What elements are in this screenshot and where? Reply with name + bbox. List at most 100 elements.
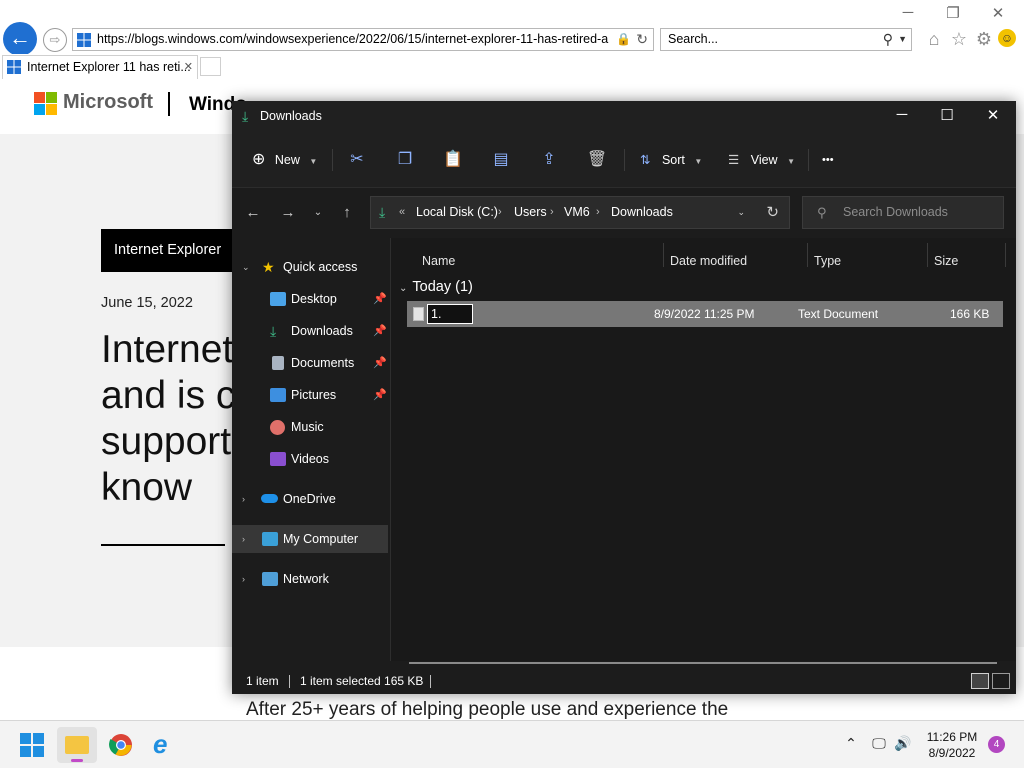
feedback-smiley-icon[interactable]: ☺	[998, 29, 1016, 47]
system-clock[interactable]: 11:26 PM 8/9/2022	[910, 729, 994, 761]
taskbar-file-explorer[interactable]	[57, 727, 97, 763]
address-bar[interactable]: https://blogs.windows.com/windowsexperie…	[72, 28, 654, 51]
breadcrumb-separator-icon[interactable]: ›	[550, 197, 554, 228]
ie-close-button[interactable]: ✕	[986, 4, 1010, 22]
new-tab-button[interactable]	[200, 57, 221, 76]
overflow-chevrons-icon[interactable]: «	[399, 197, 405, 228]
column-divider[interactable]	[807, 243, 808, 267]
maximize-button[interactable]: ☐	[934, 106, 960, 124]
tab-internet-explorer-retired[interactable]: Internet Explorer 11 has reti... ✕	[2, 55, 198, 79]
column-header-size[interactable]: Size	[934, 247, 958, 275]
explorer-search-input[interactable]: ⚲ Search Downloads	[802, 196, 1004, 229]
notification-badge[interactable]: 4	[988, 736, 1005, 753]
group-header-today[interactable]: ⌄ Today (1)	[399, 279, 473, 295]
nav-label: Desktop	[291, 292, 337, 306]
nav-item-pictures[interactable]: Pictures 📌	[232, 381, 388, 409]
refresh-icon[interactable]: ↻	[636, 29, 648, 50]
nav-item-videos[interactable]: Videos	[232, 445, 388, 473]
column-header-date-modified[interactable]: Date modified	[670, 247, 747, 275]
ie-toolbar: ─ ❐ ✕ ← ⇨ https://blogs.windows.com/wind…	[0, 0, 1024, 56]
cut-icon[interactable]: ✂	[346, 149, 368, 171]
chevron-down-icon[interactable]: ⌄	[242, 253, 250, 281]
new-button[interactable]: ⊕ New ▼	[252, 149, 317, 171]
pin-icon[interactable]: 📌	[373, 381, 387, 409]
recent-locations-chevron-icon[interactable]: ⌄	[308, 207, 328, 218]
more-options-button[interactable]: •••	[822, 149, 834, 171]
breadcrumb-downloads[interactable]: Downloads	[611, 197, 673, 228]
column-header-name[interactable]: Name	[422, 247, 455, 275]
paste-icon[interactable]: 📋	[442, 149, 464, 171]
category-tag[interactable]: Internet Explorer	[101, 229, 235, 272]
nav-item-desktop[interactable]: Desktop 📌	[232, 285, 388, 313]
explorer-titlebar[interactable]: ⤓ Downloads ─ ☐ ✕	[232, 101, 1016, 132]
breadcrumb-separator-icon[interactable]: ›	[596, 197, 600, 228]
up-arrow-icon[interactable]: ↑	[337, 204, 357, 221]
back-arrow-icon[interactable]: ←	[243, 204, 263, 221]
nav-item-onedrive[interactable]: › OneDrive	[232, 485, 388, 513]
details-view-icon[interactable]	[971, 673, 989, 689]
horizontal-scrollbar[interactable]	[409, 662, 997, 664]
ie-tab-strip: Internet Explorer 11 has reti... ✕	[0, 54, 1024, 79]
view-button[interactable]: ☰ View ▼	[728, 149, 795, 171]
close-button[interactable]: ✕	[980, 106, 1006, 124]
file-date-modified: 8/9/2022 11:25 PM	[654, 307, 755, 321]
microsoft-logo-icon[interactable]	[34, 92, 57, 115]
address-dropdown-icon[interactable]: ⌄	[737, 197, 745, 228]
chevron-down-icon[interactable]: ▼	[898, 29, 907, 50]
delete-icon[interactable]: 🗑	[586, 149, 608, 171]
column-header-type[interactable]: Type	[814, 247, 841, 275]
sort-button[interactable]: ⇅ Sort ▼	[640, 149, 702, 171]
file-row-selected[interactable]: 1. 8/9/2022 11:25 PM Text Document 166 K…	[407, 301, 1003, 327]
microsoft-brand[interactable]: Microsoft	[63, 91, 153, 114]
command-separator	[624, 149, 625, 171]
nav-item-my-computer[interactable]: › My Computer	[232, 525, 388, 553]
chevron-right-icon[interactable]: ›	[242, 525, 245, 553]
breadcrumb-local-disk[interactable]: Local Disk (C:)	[416, 197, 498, 228]
nav-label: Pictures	[291, 388, 337, 402]
refresh-icon[interactable]: ↻	[766, 197, 779, 228]
ie-search-field[interactable]: Search... ⚲ ▼	[660, 28, 912, 51]
nav-item-network[interactable]: › Network	[232, 565, 388, 593]
forward-arrow-icon[interactable]: →	[278, 204, 298, 221]
share-icon[interactable]: ⇪	[538, 149, 560, 171]
breadcrumb-vm6[interactable]: VM6	[564, 197, 590, 228]
search-icon[interactable]: ⚲	[883, 29, 893, 50]
chevron-right-icon[interactable]: ›	[242, 565, 245, 593]
favorites-star-icon[interactable]: ☆	[949, 29, 969, 50]
nav-label: Quick access	[283, 260, 358, 274]
nav-item-quick-access[interactable]: ⌄ ★ Quick access	[232, 253, 388, 281]
chevron-right-icon[interactable]: ›	[242, 485, 245, 513]
explorer-address-bar[interactable]: ⤓ « Local Disk (C:) › Users › VM6 › Down…	[370, 196, 790, 229]
column-divider[interactable]	[663, 243, 664, 267]
status-bar: 1 item 1 item selected 165 KB	[232, 668, 1016, 694]
network-tray-icon[interactable]: 🖵	[870, 735, 888, 752]
nav-label: Network	[283, 572, 329, 586]
rename-icon[interactable]: ▤	[490, 149, 512, 171]
taskbar-chrome[interactable]	[101, 727, 141, 763]
lock-icon[interactable]: 🔒	[616, 29, 631, 50]
ie-restore-button[interactable]: ❐	[941, 4, 965, 22]
nav-item-music[interactable]: Music	[232, 413, 388, 441]
column-divider[interactable]	[1005, 243, 1006, 267]
ie-minimize-button[interactable]: ─	[896, 4, 920, 21]
rename-input[interactable]: 1.	[427, 304, 473, 324]
pin-icon[interactable]: 📌	[373, 285, 387, 313]
forward-button[interactable]: ⇨	[43, 28, 67, 52]
start-button[interactable]	[12, 727, 52, 763]
nav-item-downloads[interactable]: ⤓ Downloads 📌	[232, 317, 388, 345]
column-divider[interactable]	[927, 243, 928, 267]
pin-icon[interactable]: 📌	[373, 317, 387, 345]
home-icon[interactable]: ⌂	[924, 29, 944, 50]
taskbar-internet-explorer[interactable]: e	[145, 727, 185, 763]
nav-item-documents[interactable]: Documents 📌	[232, 349, 388, 377]
breadcrumb-separator-icon[interactable]: ›	[498, 197, 502, 228]
back-button[interactable]: ←	[3, 22, 37, 56]
breadcrumb-users[interactable]: Users	[514, 197, 547, 228]
tab-close-icon[interactable]: ✕	[184, 56, 193, 78]
minimize-button[interactable]: ─	[889, 106, 915, 123]
large-icons-view-icon[interactable]	[992, 673, 1010, 689]
copy-icon[interactable]: ❐	[394, 149, 416, 171]
pin-icon[interactable]: 📌	[373, 349, 387, 377]
settings-gear-icon[interactable]: ⚙	[974, 29, 994, 50]
show-hidden-icons-chevron-icon[interactable]: ⌃	[842, 735, 860, 752]
